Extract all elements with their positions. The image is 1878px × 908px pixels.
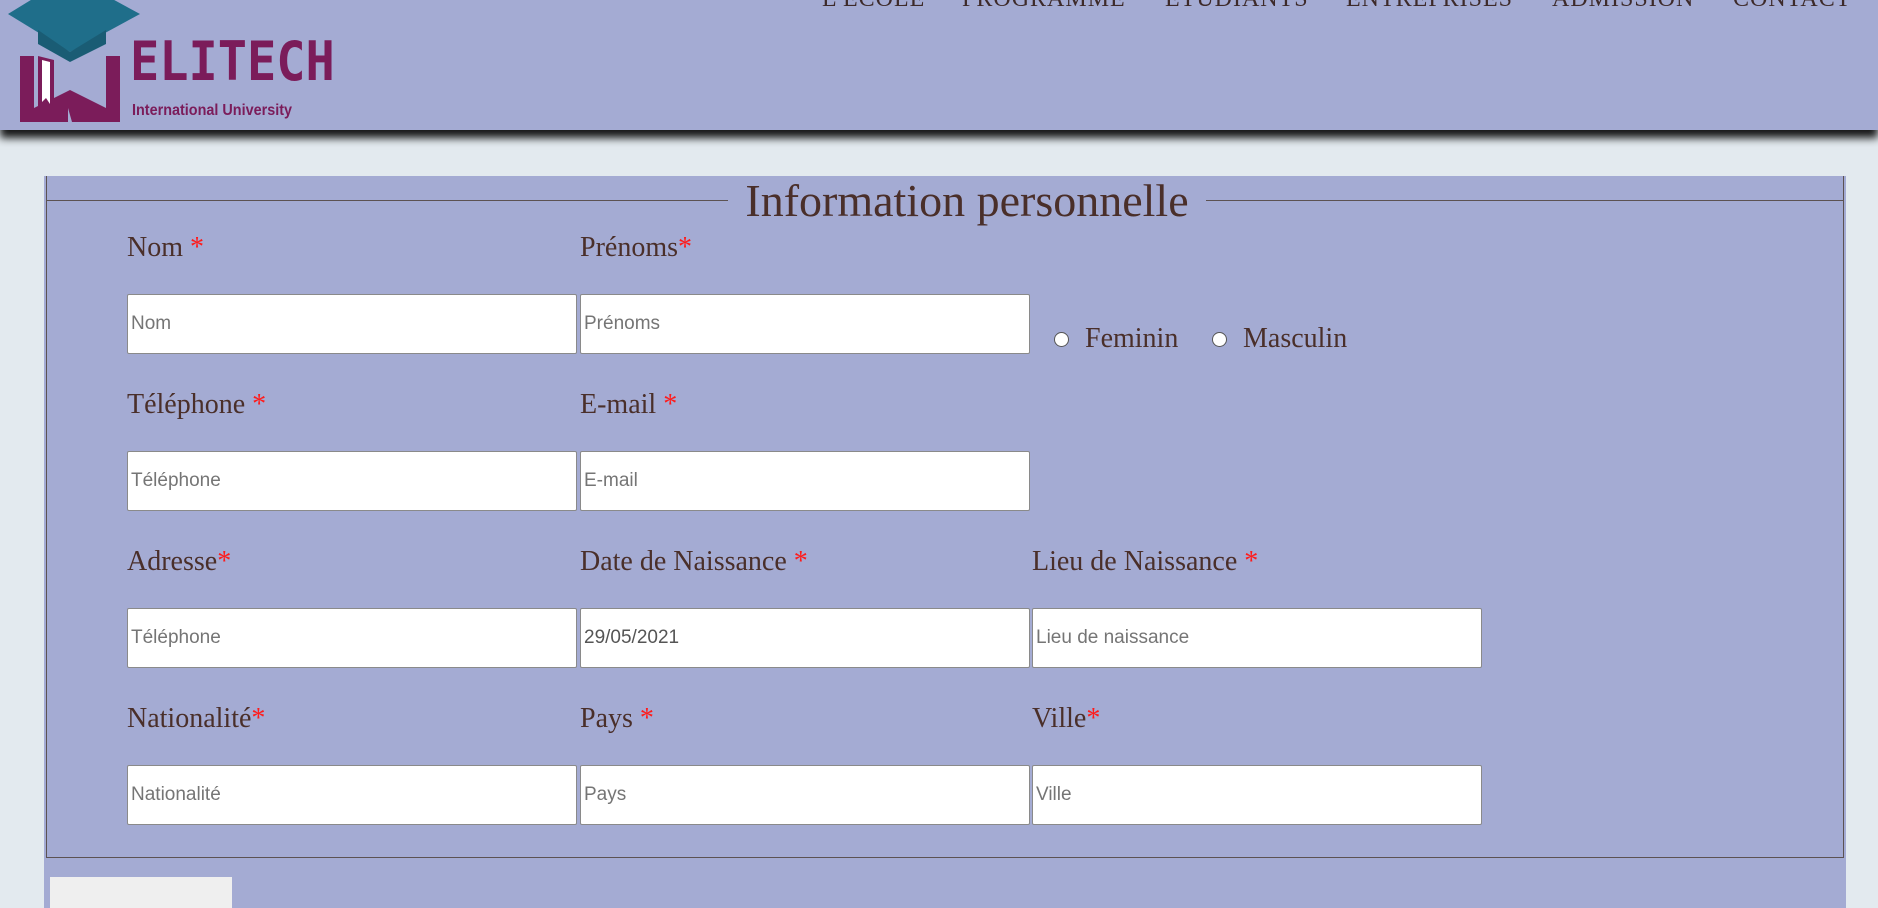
nationalite-label: Nationalité* [127, 703, 265, 735]
nav-item-admission[interactable]: ADMISSION [1552, 0, 1694, 13]
site-header: ELITECH International University L'ÉCOLE… [0, 0, 1878, 130]
lieu-naissance-label: Lieu de Naissance * [1032, 546, 1258, 578]
required-mark: * [190, 232, 204, 263]
required-mark: * [217, 546, 232, 577]
lieu-naissance-label-text: Lieu de Naissance [1032, 546, 1245, 577]
required-mark: * [251, 703, 266, 734]
nav-item-ecole[interactable]: L'ÉCOLE [822, 0, 925, 13]
date-naissance-input[interactable] [580, 608, 1030, 668]
required-mark: * [678, 232, 692, 263]
ville-input[interactable] [1032, 765, 1482, 825]
telephone-label: Téléphone * [127, 389, 266, 421]
brand-subtitle: International University [132, 102, 293, 119]
pays-label: Pays * [580, 703, 654, 735]
prenoms-label-text: Prénoms [580, 232, 678, 263]
required-mark: * [663, 389, 678, 420]
required-mark: * [793, 546, 808, 577]
masculin-label[interactable]: Masculin [1243, 323, 1347, 355]
nationalite-label-text: Nationalité [127, 703, 252, 734]
masculin-radio[interactable] [1212, 332, 1227, 347]
nav-item-programme[interactable]: PROGRAMME [962, 0, 1126, 13]
feminin-label[interactable]: Feminin [1085, 323, 1178, 355]
email-label: E-mail * [580, 389, 677, 421]
email-label-text: E-mail [580, 389, 664, 420]
feminin-radio[interactable] [1054, 332, 1069, 347]
adresse-label-text: Adresse [127, 546, 218, 577]
elitech-logo[interactable]: ELITECH International University [0, 0, 335, 128]
form-panel: Information personnelle Nom * Prénoms* F… [44, 176, 1846, 908]
date-naissance-label: Date de Naissance * [580, 546, 808, 578]
adresse-label: Adresse* [127, 546, 231, 578]
nav-item-etudiants[interactable]: ÉTUDIANTS [1165, 0, 1309, 13]
brand-name: ELITECH [130, 30, 335, 93]
ville-label: Ville* [1032, 703, 1100, 735]
required-mark: * [1244, 546, 1259, 577]
required-mark: * [1086, 703, 1101, 734]
date-naissance-label-text: Date de Naissance [580, 546, 794, 577]
submit-button[interactable] [50, 877, 232, 908]
ville-label-text: Ville [1032, 703, 1087, 734]
prenoms-label: Prénoms* [580, 232, 692, 264]
nav-item-contact[interactable]: CONTACT [1733, 0, 1851, 13]
nav-item-entreprises[interactable]: ENTREPRISES [1346, 0, 1513, 13]
open-book-icon [20, 56, 120, 122]
nom-label-text: Nom [127, 232, 190, 263]
pays-label-text: Pays [580, 703, 640, 734]
nationalite-input[interactable] [127, 765, 577, 825]
adresse-input[interactable] [127, 608, 577, 668]
telephone-input[interactable] [127, 451, 577, 511]
lieu-naissance-input[interactable] [1032, 608, 1482, 668]
nom-label: Nom * [127, 232, 204, 264]
required-mark: * [252, 389, 267, 420]
email-input[interactable] [580, 451, 1030, 511]
main-nav: L'ÉCOLE PROGRAMME ÉTUDIANTS ENTREPRISES … [0, 0, 1878, 16]
prenoms-input[interactable] [580, 294, 1030, 354]
personal-info-fieldset: Nom * Prénoms* Feminin Masculin Téléphon… [46, 176, 1844, 858]
pays-input[interactable] [580, 765, 1030, 825]
nom-input[interactable] [127, 294, 577, 354]
telephone-label-text: Téléphone [127, 389, 253, 420]
required-mark: * [639, 703, 654, 734]
